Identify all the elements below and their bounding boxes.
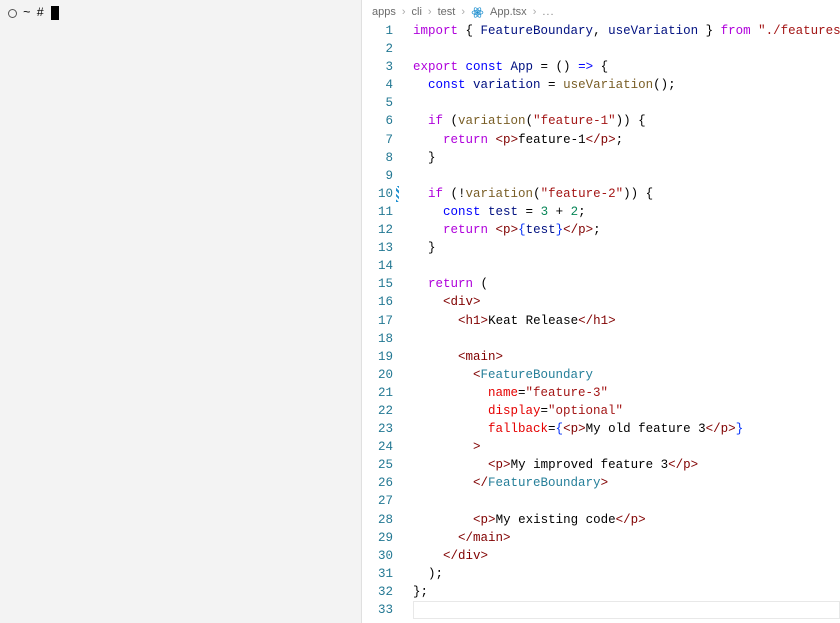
code-line[interactable]: <p>My improved feature 3</p> xyxy=(413,456,840,474)
chevron-right-icon: › xyxy=(402,6,406,18)
react-file-icon xyxy=(471,6,484,19)
line-number: 3 xyxy=(362,58,393,76)
line-number: 9 xyxy=(362,167,393,185)
chevron-right-icon: › xyxy=(533,6,537,18)
line-number-gutter: 1234567891011121314151617181920212223242… xyxy=(362,22,407,623)
breadcrumb-segment[interactable]: cli xyxy=(412,6,422,18)
line-number: 16 xyxy=(362,293,393,311)
breadcrumb-segment[interactable]: apps xyxy=(372,6,396,18)
line-number: 28 xyxy=(362,511,393,529)
chevron-right-icon: › xyxy=(428,6,432,18)
code-line[interactable]: } xyxy=(413,239,840,257)
app-root: ~ # apps › cli › test › App.tsx › ... xyxy=(0,0,840,623)
line-number: 25 xyxy=(362,456,393,474)
code-line[interactable]: <FeatureBoundary xyxy=(413,366,840,384)
code-content[interactable]: import { FeatureBoundary, useVariation }… xyxy=(407,22,840,623)
line-number: 4 xyxy=(362,76,393,94)
chevron-right-icon: › xyxy=(461,6,465,18)
code-line[interactable]: </div> xyxy=(413,547,840,565)
line-number: 13 xyxy=(362,239,393,257)
line-number: 32 xyxy=(362,583,393,601)
breadcrumb[interactable]: apps › cli › test › App.tsx › ... xyxy=(362,0,840,22)
breadcrumb-segment[interactable]: test xyxy=(438,6,456,18)
code-line[interactable]: fallback={<p>My old feature 3</p>} xyxy=(413,420,840,438)
code-line[interactable]: > xyxy=(413,438,840,456)
code-line[interactable]: <main> xyxy=(413,348,840,366)
code-line[interactable]: const variation = useVariation(); xyxy=(413,76,840,94)
terminal-cursor xyxy=(51,6,59,20)
editor-pane: apps › cli › test › App.tsx › ... 123456… xyxy=(362,0,840,623)
code-line[interactable]: return <p>feature-1</p>; xyxy=(413,131,840,149)
line-number: 21 xyxy=(362,384,393,402)
line-number: 22 xyxy=(362,402,393,420)
code-line[interactable]: const test = 3 + 2; xyxy=(413,203,840,221)
code-line[interactable]: ); xyxy=(413,565,840,583)
code-line[interactable] xyxy=(413,330,840,348)
terminal-prompt-hash: # xyxy=(37,6,45,20)
code-line[interactable]: import { FeatureBoundary, useVariation }… xyxy=(413,22,840,40)
code-line[interactable]: <p>My existing code</p> xyxy=(413,511,840,529)
code-line[interactable]: export const App = () => { xyxy=(413,58,840,76)
terminal-status-dot xyxy=(8,9,17,18)
line-number: 17 xyxy=(362,312,393,330)
line-number: 23 xyxy=(362,420,393,438)
line-number: 10 xyxy=(362,185,393,203)
line-number: 18 xyxy=(362,330,393,348)
code-line[interactable]: <h1>Keat Release</h1> xyxy=(413,312,840,330)
code-line[interactable] xyxy=(413,40,840,58)
line-number: 24 xyxy=(362,438,393,456)
line-number: 19 xyxy=(362,348,393,366)
code-line[interactable] xyxy=(413,94,840,112)
line-number: 31 xyxy=(362,565,393,583)
line-number: 26 xyxy=(362,474,393,492)
line-number: 33 xyxy=(362,601,393,619)
code-line[interactable]: name="feature-3" xyxy=(413,384,840,402)
code-line[interactable]: <div> xyxy=(413,293,840,311)
line-number: 5 xyxy=(362,94,393,112)
code-line[interactable]: } xyxy=(413,149,840,167)
line-number: 20 xyxy=(362,366,393,384)
code-line[interactable] xyxy=(413,601,840,619)
code-line[interactable] xyxy=(413,492,840,510)
code-line[interactable]: if (variation("feature-1")) { xyxy=(413,112,840,130)
line-number: 15 xyxy=(362,275,393,293)
code-line[interactable]: return ( xyxy=(413,275,840,293)
code-line[interactable]: return <p>{test}</p>; xyxy=(413,221,840,239)
line-number: 14 xyxy=(362,257,393,275)
code-line[interactable]: </FeatureBoundary> xyxy=(413,474,840,492)
line-number: 11 xyxy=(362,203,393,221)
line-number: 1 xyxy=(362,22,393,40)
terminal-pane[interactable]: ~ # xyxy=(0,0,362,623)
code-line[interactable]: display="optional" xyxy=(413,402,840,420)
code-line[interactable]: if (!variation("feature-2")) { xyxy=(413,185,840,203)
line-number: 12 xyxy=(362,221,393,239)
code-line[interactable] xyxy=(413,257,840,275)
line-number: 2 xyxy=(362,40,393,58)
code-line[interactable]: }; xyxy=(413,583,840,601)
line-number: 7 xyxy=(362,131,393,149)
breadcrumb-filename[interactable]: App.tsx xyxy=(490,6,527,18)
breadcrumb-overflow[interactable]: ... xyxy=(542,6,554,18)
code-line[interactable]: </main> xyxy=(413,529,840,547)
terminal-tilde: ~ xyxy=(23,6,31,20)
code-line[interactable] xyxy=(413,167,840,185)
line-number: 30 xyxy=(362,547,393,565)
line-number: 29 xyxy=(362,529,393,547)
line-number: 8 xyxy=(362,149,393,167)
code-area[interactable]: 1234567891011121314151617181920212223242… xyxy=(362,22,840,623)
line-number: 27 xyxy=(362,492,393,510)
line-number: 6 xyxy=(362,112,393,130)
